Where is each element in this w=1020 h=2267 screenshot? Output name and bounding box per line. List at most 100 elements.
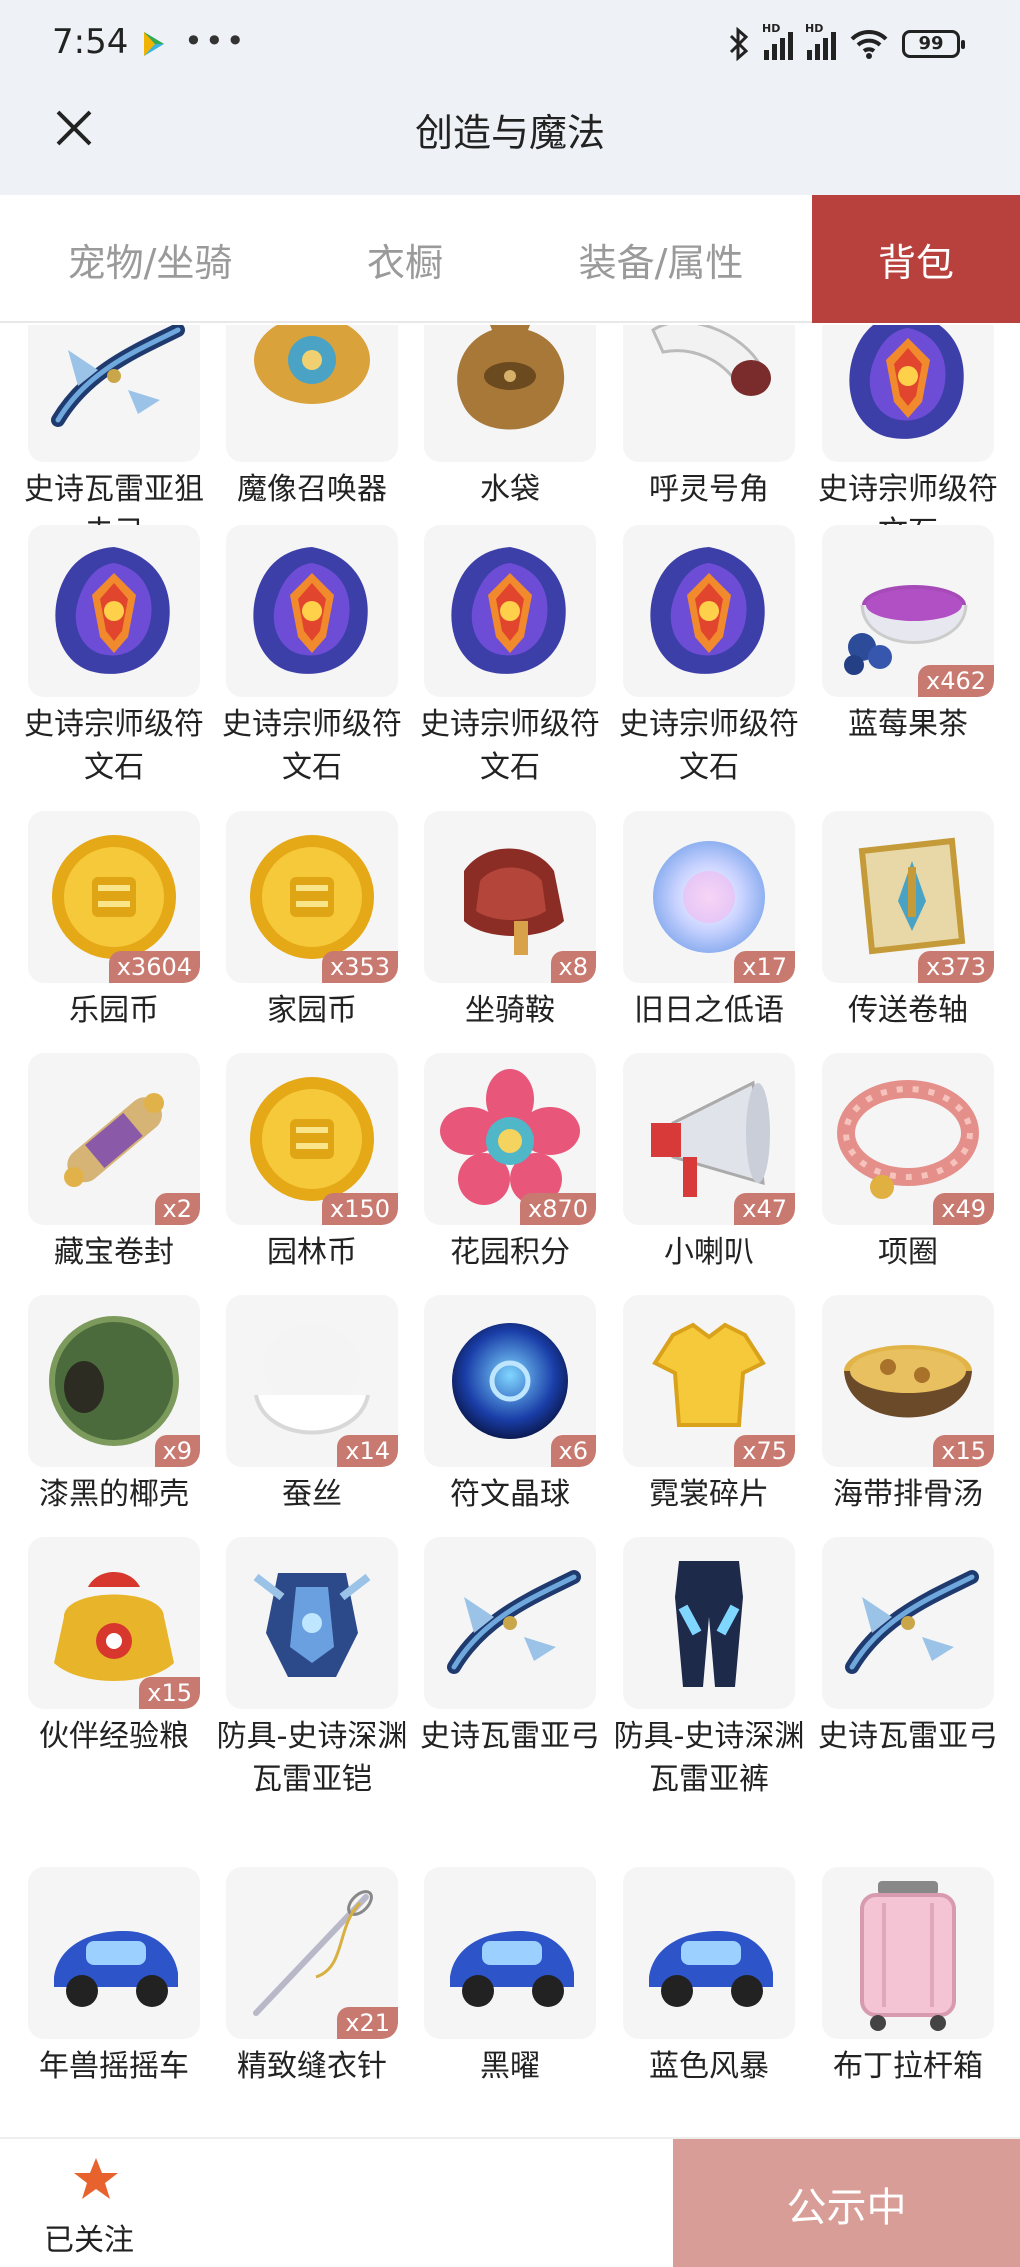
item-tile[interactable]: x14 <box>226 1295 398 1467</box>
item-tile[interactable] <box>226 525 398 697</box>
item-tile[interactable] <box>822 1867 994 2039</box>
tab-equipment-attributes[interactable]: 装备/属性 <box>510 195 812 323</box>
item-tile[interactable] <box>424 325 596 462</box>
item-name: 呼灵号角 <box>649 472 769 507</box>
item-tile[interactable]: x3604 <box>28 811 200 983</box>
item-tile[interactable]: x150 <box>226 1053 398 1225</box>
item-tile[interactable]: x462 <box>822 525 994 697</box>
item-count-badge: x75 <box>734 1435 795 1467</box>
item-name: 精致缝衣针 <box>237 2049 387 2084</box>
item-name: 防具-史诗深渊瓦雷亚铠 <box>216 1719 408 1797</box>
item-name: 史诗宗师级符文石 <box>619 707 799 785</box>
item-count-badge: x49 <box>933 1193 994 1225</box>
item-tile[interactable]: x15 <box>28 1537 200 1709</box>
item-tile[interactable] <box>623 325 795 462</box>
status-bar: 7:54 ••• HD HD 99 <box>0 0 1020 88</box>
item-tile[interactable] <box>822 1537 994 1709</box>
wifi-icon <box>850 29 888 59</box>
item-name: 花园积分 <box>450 1235 570 1270</box>
item-tile[interactable]: x8 <box>424 811 596 983</box>
item-tile[interactable] <box>822 325 994 462</box>
item-name: 乐园币 <box>69 993 159 1028</box>
item-name: 史诗宗师级符文石 <box>420 707 600 785</box>
item-count-badge: x17 <box>734 951 795 983</box>
item-tile[interactable]: x6 <box>424 1295 596 1467</box>
item-name: 防具-史诗深渊瓦雷亚裤 <box>613 1719 805 1797</box>
signal-icon-2: HD <box>805 22 836 60</box>
item-name: 蓝色风暴 <box>649 2049 769 2084</box>
item-name: 家园币 <box>267 993 357 1028</box>
top-area: 7:54 ••• HD HD 99 创造与魔法 <box>0 0 1020 195</box>
item-name: 传送卷轴 <box>848 993 968 1028</box>
item-name: 伙伴经验粮 <box>39 1719 189 1754</box>
item-tile[interactable]: x870 <box>424 1053 596 1225</box>
item-tile[interactable]: x373 <box>822 811 994 983</box>
item-name: 史诗瓦雷亚弓 <box>818 1719 998 1754</box>
item-tile[interactable] <box>623 1867 795 2039</box>
item-count-badge: x3604 <box>108 951 200 983</box>
item-name: 蓝莓果茶 <box>848 707 968 742</box>
item-count-badge: x9 <box>154 1435 200 1467</box>
item-tile[interactable] <box>424 1867 596 2039</box>
tab-pets-mounts[interactable]: 宠物/坐骑 <box>0 195 300 323</box>
status-time: 7:54 <box>52 22 129 62</box>
item-count-badge: x21 <box>337 2007 398 2039</box>
item-tile[interactable] <box>28 1867 200 2039</box>
follow-label[interactable]: 已关注 <box>44 2215 134 2259</box>
star-icon[interactable] <box>72 2155 120 2203</box>
item-name: 史诗宗师级符文石 <box>222 707 402 785</box>
item-tile[interactable]: x2 <box>28 1053 200 1225</box>
item-count-badge: x870 <box>519 1193 596 1225</box>
item-count-badge: x6 <box>550 1435 596 1467</box>
item-count-badge: x15 <box>933 1435 994 1467</box>
tab-wardrobe[interactable]: 衣橱 <box>300 195 510 323</box>
item-count-badge: x150 <box>321 1193 398 1225</box>
item-name: 水袋 <box>480 472 540 507</box>
item-grid: 史诗瓦雷亚狙击弓魔像召唤器水袋呼灵号角史诗宗师级符文石史诗宗师级符文石史诗宗师级… <box>0 325 1020 2110</box>
item-name: 小喇叭 <box>664 1235 754 1270</box>
item-tile[interactable] <box>28 325 200 462</box>
item-count-badge: x373 <box>917 951 994 983</box>
item-count-badge: x14 <box>337 1435 398 1467</box>
item-tile[interactable] <box>623 1537 795 1709</box>
item-tile[interactable] <box>226 325 398 462</box>
status-more: ••• <box>184 22 247 60</box>
announce-button[interactable]: 公示中 <box>673 2139 1020 2267</box>
bottom-bar: 已关注 公示中 <box>0 2137 1020 2267</box>
item-name: 漆黑的椰壳 <box>39 1477 189 1512</box>
item-count-badge: x47 <box>734 1193 795 1225</box>
item-tile[interactable]: x17 <box>623 811 795 983</box>
item-tile[interactable]: x75 <box>623 1295 795 1467</box>
item-count-badge: x353 <box>321 951 398 983</box>
item-tile[interactable]: x15 <box>822 1295 994 1467</box>
item-tile[interactable] <box>623 525 795 697</box>
item-name: 史诗瓦雷亚弓 <box>420 1719 600 1754</box>
tab-bar: 宠物/坐骑 衣橱 装备/属性 背包 <box>0 195 1020 323</box>
item-tile[interactable]: x21 <box>226 1867 398 2039</box>
item-count-badge: x8 <box>550 951 596 983</box>
item-count-badge: x462 <box>917 665 994 697</box>
bluetooth-icon <box>729 27 749 61</box>
item-tile[interactable] <box>226 1537 398 1709</box>
item-tile[interactable] <box>28 525 200 697</box>
battery-indicator: 99 <box>902 30 965 58</box>
system-icons: HD HD 99 <box>728 22 965 66</box>
tab-backpack[interactable]: 背包 <box>812 195 1020 323</box>
item-name: 藏宝卷封 <box>54 1235 174 1270</box>
item-name: 园林币 <box>267 1235 357 1270</box>
signal-icon-1: HD <box>762 22 793 60</box>
item-name: 黑曜 <box>480 2049 540 2084</box>
item-count-badge: x2 <box>154 1193 200 1225</box>
item-name: 魔像召唤器 <box>237 472 387 507</box>
item-tile[interactable] <box>424 525 596 697</box>
play-store-icon <box>144 32 164 56</box>
page-title: 创造与魔法 <box>414 111 605 155</box>
item-name: 蚕丝 <box>282 1477 342 1512</box>
item-name: 旧日之低语 <box>634 993 784 1028</box>
item-tile[interactable] <box>424 1537 596 1709</box>
item-name: 海带排骨汤 <box>833 1477 983 1512</box>
item-tile[interactable]: x353 <box>226 811 398 983</box>
item-tile[interactable]: x47 <box>623 1053 795 1225</box>
item-tile[interactable]: x49 <box>822 1053 994 1225</box>
item-tile[interactable]: x9 <box>28 1295 200 1467</box>
